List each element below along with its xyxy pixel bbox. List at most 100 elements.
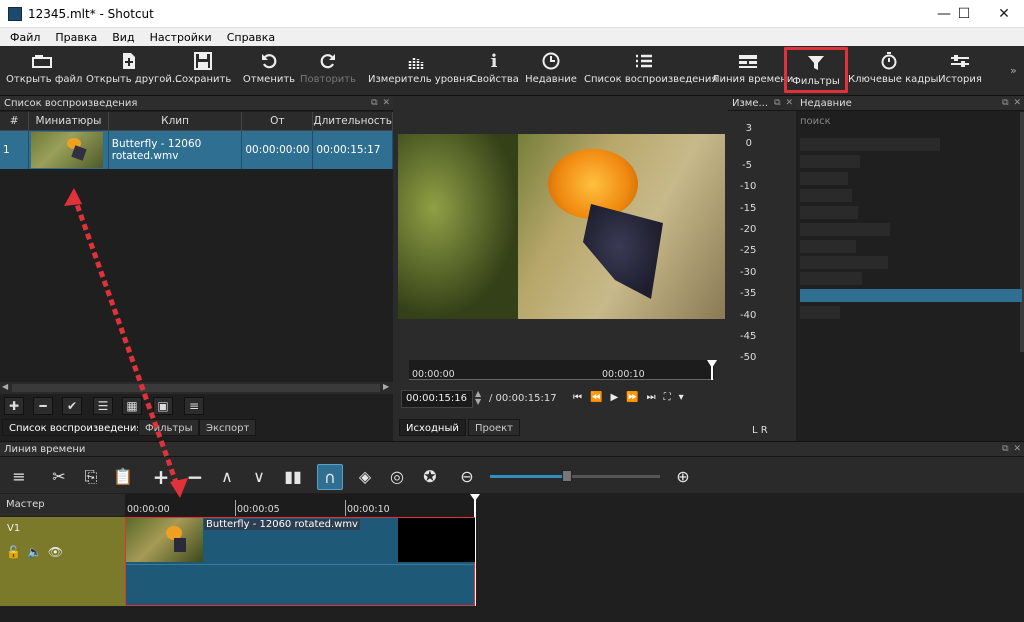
recent-search-input[interactable]: поиск (798, 114, 1020, 130)
timeline-float-icons[interactable]: ⧉ ✕ (1002, 442, 1022, 457)
redo-icon (320, 54, 335, 69)
menu-file[interactable]: Файл (0, 31, 45, 44)
list-item[interactable] (800, 240, 856, 253)
v1-track-header[interactable]: V1 🔓🔈👁 (0, 517, 125, 606)
list-item[interactable] (800, 272, 862, 285)
redo-button[interactable]: Повторить (299, 48, 357, 94)
mute-icon[interactable]: 🔈 (27, 545, 48, 559)
panel-float-icons[interactable]: ⧉ ✕ (371, 96, 391, 111)
video-preview[interactable] (398, 134, 725, 319)
zoom-icon[interactable]: ⛶ (664, 392, 679, 403)
ruler-tick (345, 500, 346, 516)
list-item[interactable] (800, 306, 840, 319)
lift-icon[interactable]: ∧ (214, 464, 240, 490)
close-button[interactable]: ✕ (984, 0, 1024, 28)
list-item[interactable] (800, 189, 852, 202)
zoom-slider-handle[interactable] (561, 470, 572, 482)
clip-audio-divider (126, 564, 474, 565)
save-button[interactable]: Сохранить (175, 48, 231, 94)
ruler-label: 00:00:05 (237, 504, 280, 515)
position-field[interactable]: 00:00:15:16 (401, 390, 473, 408)
position-spinner[interactable]: ▲ ▼ (475, 390, 481, 406)
keyframes-button[interactable]: Ключевые кадры (848, 48, 938, 94)
play-icon[interactable]: ▶ (610, 392, 626, 403)
audio-meter-button[interactable]: Измеритель уровня (368, 48, 472, 94)
recent-float-icons[interactable]: ⧉ ✕ (1002, 96, 1022, 111)
skip-start-icon[interactable]: ⏮ (573, 392, 590, 403)
meter-lr-label: L R (752, 425, 768, 436)
ripple-icon[interactable]: ◎ (384, 464, 410, 490)
col-from[interactable]: От (241, 112, 314, 131)
row-thumbnail (28, 130, 109, 169)
tab-source[interactable]: Исходный (399, 419, 466, 436)
menu-settings[interactable]: Настройки (140, 31, 217, 44)
playlist-title: Список воспроизведения (4, 98, 138, 109)
clip-thumbnail (126, 518, 203, 562)
menu-help[interactable]: Справка (217, 31, 280, 44)
list-item[interactable] (800, 172, 848, 185)
player-ruler[interactable]: 00:00:00 00:00:10 (409, 360, 717, 380)
scroll-left-icon[interactable]: ◀ (2, 382, 8, 391)
playlist-button[interactable]: Список воспроизведения (584, 48, 717, 94)
list-item-selected[interactable] (800, 289, 1022, 302)
timeline-button[interactable]: Линия времени (712, 48, 793, 94)
add-button[interactable]: ✚ (4, 397, 24, 415)
col-clip[interactable]: Клип (108, 112, 243, 131)
meter-float-icons[interactable]: ⧉ ✕ (774, 96, 794, 111)
clip-end-thumbnail (398, 518, 475, 562)
table-row[interactable]: 1 Butterfly - 12060 rotated.wmv 00:00:00… (0, 130, 393, 169)
scrub-icon[interactable]: ◈ (352, 464, 378, 490)
zoom-slider[interactable] (490, 470, 660, 482)
volume-icon[interactable]: ▾ (679, 392, 692, 403)
audio-meter-label: Измеритель уровня (368, 74, 472, 85)
row-duration: 00:00:15:17 (312, 130, 393, 169)
toolbar-overflow-icon[interactable]: » (1010, 64, 1017, 77)
track-controls: 🔓🔈👁 (6, 545, 69, 559)
undo-icon (262, 54, 277, 69)
list-item[interactable] (800, 256, 888, 269)
tab-project[interactable]: Проект (468, 419, 521, 436)
menu-edit[interactable]: Правка (45, 31, 102, 44)
overwrite-icon[interactable]: ∨ (246, 464, 272, 490)
clip-thumbnail-butterfly (174, 538, 186, 552)
list-item[interactable] (800, 223, 890, 236)
lock-icon[interactable]: 🔓 (6, 545, 27, 559)
timeline-clip[interactable]: Butterfly - 12060 rotated.wmv (125, 517, 475, 606)
undo-button[interactable]: Отменить (242, 48, 296, 94)
rewind-icon[interactable]: ⏪ (590, 392, 610, 403)
filters-button[interactable]: Фильтры (784, 47, 848, 93)
fast-forward-icon[interactable]: ⏩ (626, 392, 646, 403)
list-item[interactable] (800, 138, 940, 151)
timeline-menu-icon[interactable]: ≡ (6, 464, 32, 490)
zoom-out-icon[interactable]: ⊖ (454, 464, 480, 490)
ripple-all-icon[interactable]: ✪ (417, 464, 443, 490)
open-file-button[interactable]: Открыть файл (6, 48, 82, 94)
list-item[interactable] (800, 155, 860, 168)
ruler-mid-label: 00:00:10 (602, 369, 645, 380)
col-num[interactable]: # (0, 112, 30, 131)
scroll-right-icon[interactable]: ▶ (383, 382, 389, 391)
list-item[interactable] (800, 206, 858, 219)
open-other-button[interactable]: Открыть другой... (86, 48, 181, 94)
snap-icon[interactable]: ∩ (317, 464, 343, 490)
properties-button[interactable]: i Свойства (470, 48, 519, 94)
col-duration[interactable]: Длительность (312, 112, 393, 131)
split-icon[interactable]: ▮▮ (280, 464, 306, 490)
meter-scale: 3 0 -5 -10 -15 -20 -25 -30 -35 -40 -45 -… (740, 118, 757, 369)
zoom-slider-fill (490, 475, 567, 478)
meter-tick: 0 (745, 138, 752, 150)
ruler-tick (235, 500, 236, 516)
skip-end-icon[interactable]: ⏭ (647, 392, 664, 403)
maximize-button[interactable]: ☐ (944, 0, 984, 28)
meter-tick: -25 (740, 245, 757, 257)
eye-icon[interactable]: 👁 (48, 545, 69, 559)
remove-button[interactable]: ━ (33, 397, 53, 415)
undo-label: Отменить (242, 74, 296, 85)
menu-view[interactable]: Вид (102, 31, 139, 44)
zoom-in-icon[interactable]: ⊕ (670, 464, 696, 490)
history-button[interactable]: История (936, 48, 984, 94)
recent-scrollbar[interactable] (1020, 112, 1024, 352)
col-thumbnails[interactable]: Миниатюры (28, 112, 109, 131)
recent-button[interactable]: Недавние (524, 48, 578, 94)
tab-export[interactable]: Экспорт (199, 419, 257, 436)
